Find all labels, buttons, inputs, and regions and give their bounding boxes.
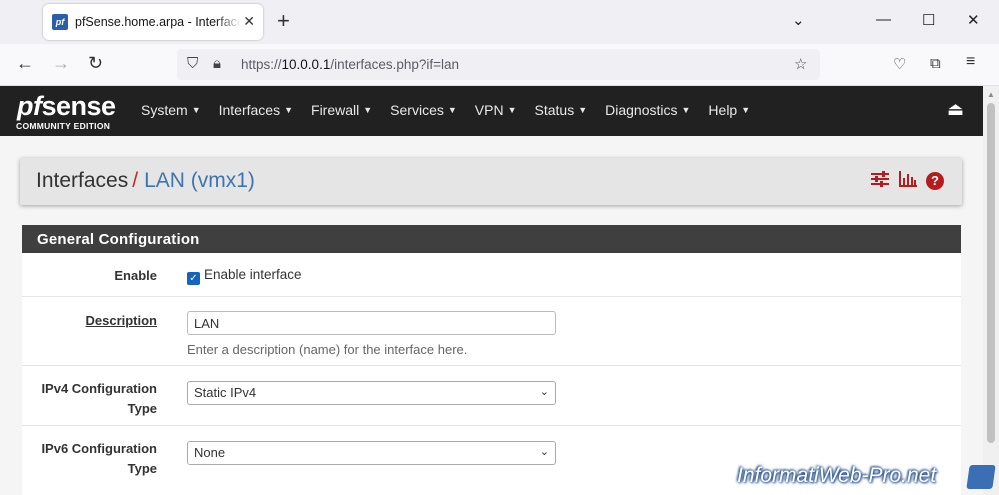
menu-diagnostics[interactable]: Diagnostics ▼ [605, 102, 690, 118]
scrollbar-thumb[interactable] [987, 103, 995, 443]
menu-system[interactable]: System ▼ [141, 102, 201, 118]
page-scrollbar[interactable]: ▲ [983, 86, 999, 495]
menu-firewall[interactable]: Firewall ▼ [311, 102, 372, 118]
ipv6-config-type-control: None ⌄ [187, 441, 556, 465]
chevron-down-icon: ⌄ [539, 446, 549, 458]
enable-row: Enable ✓ Enable interface [22, 253, 961, 297]
menu-help[interactable]: Help ▼ [708, 102, 750, 118]
bar-chart-icon[interactable] [898, 171, 918, 191]
breadcrumb: Interfaces / LAN (vmx1) [36, 169, 255, 193]
breadcrumb-page[interactable]: LAN (vmx1) [144, 169, 255, 192]
enable-interface-checkbox[interactable]: ✓ [187, 272, 200, 285]
enable-interface-checkbox-label[interactable]: Enable interface [204, 267, 302, 282]
logo-edition-text: COMMUNITY EDITION [16, 121, 111, 131]
pfsense-top-navbar: pfsense COMMUNITY EDITION System ▼ Interf… [0, 86, 983, 136]
address-bar[interactable]: ⛉ 🔒︎ https://10.0.0.1/interfaces.php?if=… [177, 49, 820, 80]
extensions-icon[interactable]: ⧉ [930, 55, 941, 72]
maximize-button[interactable]: ☐ [922, 11, 935, 29]
browser-tab-active[interactable]: pf pfSense.home.arpa - Interfaces: LAN (… [43, 4, 263, 40]
browser-tab-bar: pf pfSense.home.arpa - Interfaces: LAN (… [0, 0, 999, 44]
chevron-down-icon: ⌄ [539, 386, 549, 398]
description-row: Description Enter a description (name) f… [22, 297, 961, 366]
breadcrumb-section[interactable]: Interfaces [36, 169, 128, 192]
main-menu: System ▼ Interfaces ▼ Firewall ▼ Services ▼ … [141, 102, 768, 118]
watermark-text: InformatiWeb-Pro.net [737, 464, 937, 487]
breadcrumb-panel: Interfaces / LAN (vmx1) ? [20, 158, 962, 205]
general-configuration-panel: General Configuration Enable ✓ Enable int… [22, 225, 961, 495]
minimize-button[interactable]: — [876, 11, 891, 28]
pocket-icon[interactable]: ♡ [893, 55, 906, 73]
sliders-icon[interactable] [870, 171, 890, 191]
logout-icon[interactable]: ⏏︎ [947, 99, 964, 120]
description-input[interactable] [187, 311, 556, 335]
tab-title: pfSense.home.arpa - Interfaces: LAN (vmx… [75, 15, 241, 29]
menu-hamburger-icon[interactable]: ≡ [966, 53, 975, 71]
close-tab-icon[interactable]: ✕ [243, 13, 255, 30]
breadcrumb-separator: / [132, 169, 139, 192]
back-arrow-icon[interactable]: ← [16, 53, 34, 74]
lock-icon[interactable]: 🔒︎ [213, 55, 221, 72]
watermark-laptop-icon [966, 465, 996, 489]
description-control: Enter a description (name) for the inter… [187, 311, 556, 357]
menu-services[interactable]: Services ▼ [390, 102, 457, 118]
ipv4-config-type-label: IPv4 Configuration Type [41, 381, 157, 416]
description-help-text: Enter a description (name) for the inter… [187, 342, 468, 357]
ipv4-config-type-select[interactable]: Static IPv4 ⌄ [187, 381, 556, 405]
bookmark-star-icon[interactable]: ☆ [794, 55, 807, 73]
menu-interfaces[interactable]: Interfaces ▼ [219, 102, 293, 118]
description-label[interactable]: Description [85, 311, 157, 331]
new-tab-button[interactable]: + [277, 9, 290, 33]
ipv4-config-type-control: Static IPv4 ⌄ [187, 381, 556, 405]
menu-vpn[interactable]: VPN ▼ [475, 102, 517, 118]
tab-list-chevron-icon[interactable]: ⌄ [792, 11, 805, 29]
shield-icon[interactable]: ⛉ [187, 55, 198, 72]
enable-control: ✓ Enable interface [187, 266, 302, 285]
breadcrumb-actions: ? [870, 171, 946, 191]
page-content: Interfaces / LAN (vmx1) ? General Configur… [0, 136, 983, 495]
url-text: https://10.0.0.1/interfaces.php?if=lan [241, 57, 460, 72]
menu-status[interactable]: Status ▼ [535, 102, 588, 118]
pfsense-logo[interactable]: pfsense [17, 91, 116, 122]
panel-heading: General Configuration [22, 225, 961, 253]
close-window-button[interactable]: ✕ [967, 11, 980, 29]
browser-nav-bar: ← → ↻ ⛉ 🔒︎ https://10.0.0.1/interfaces.p… [0, 44, 999, 86]
reload-icon[interactable]: ↻ [88, 53, 103, 74]
pfsense-favicon-icon: pf [52, 14, 68, 30]
enable-label: Enable [114, 268, 157, 283]
help-question-icon[interactable]: ? [926, 171, 946, 191]
scroll-up-icon[interactable]: ▲ [987, 90, 995, 99]
ipv6-config-type-select[interactable]: None ⌄ [187, 441, 556, 465]
ipv6-config-type-label: IPv6 Configuration Type [41, 441, 157, 476]
ipv4-config-type-row: IPv4 Configuration Type Static IPv4 ⌄ [22, 366, 961, 426]
forward-arrow-icon[interactable]: → [52, 53, 70, 74]
